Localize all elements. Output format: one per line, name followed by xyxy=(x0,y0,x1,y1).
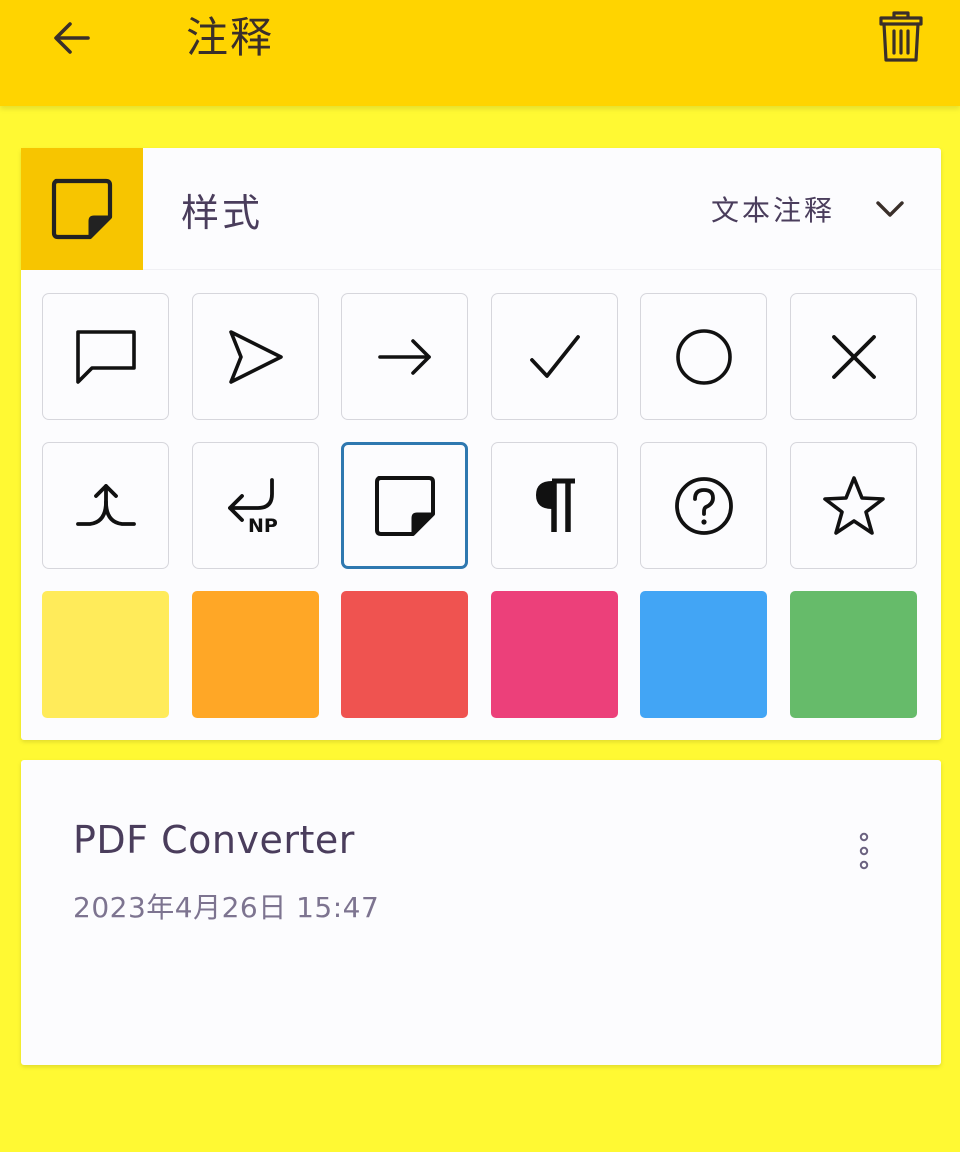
style-label: 样式 xyxy=(181,191,264,235)
selected-style-preview xyxy=(21,148,143,270)
more-options-button[interactable] xyxy=(849,826,879,876)
trash-icon xyxy=(879,11,923,62)
cross-icon xyxy=(831,334,876,379)
icon-option-paragraph-insert[interactable] xyxy=(192,293,319,420)
icon-option-check[interactable] xyxy=(491,293,618,420)
item-title: PDF Converter xyxy=(73,818,355,862)
style-panel: 样式 文本注释 NP xyxy=(21,148,941,740)
color-swatch-red[interactable] xyxy=(341,591,468,718)
back-button[interactable] xyxy=(44,10,100,66)
pilcrow-icon xyxy=(535,478,575,532)
item-timestamp: 2023年4月26日 15:47 xyxy=(73,891,380,924)
help-circle-icon xyxy=(674,476,733,535)
sticky-note-icon xyxy=(374,475,435,536)
icon-option-note[interactable] xyxy=(341,442,468,569)
new-paragraph-icon: NP xyxy=(227,477,278,536)
arrow-left-icon xyxy=(54,22,90,54)
paper-plane-icon xyxy=(228,329,283,384)
color-swatch-green[interactable] xyxy=(790,591,917,718)
page-title: 注释 xyxy=(186,13,275,62)
style-header: 样式 文本注释 xyxy=(21,148,941,270)
color-swatch-pink[interactable] xyxy=(491,591,618,718)
icon-option-cross[interactable] xyxy=(790,293,917,420)
new-paragraph-label: NP xyxy=(248,515,278,536)
speech-bubble-icon xyxy=(75,329,136,384)
color-swatch-blue[interactable] xyxy=(640,591,767,718)
app-bar: 注释 xyxy=(0,0,960,106)
color-swatch-yellow[interactable] xyxy=(42,591,169,718)
icon-option-help[interactable] xyxy=(640,442,767,569)
chevron-down-icon xyxy=(876,201,904,217)
sticky-note-icon xyxy=(51,178,113,240)
icon-option-star[interactable] xyxy=(790,442,917,569)
star-icon xyxy=(822,475,885,535)
checkmark-icon xyxy=(529,334,580,378)
annotation-item-card[interactable]: PDF Converter 2023年4月26日 15:47 xyxy=(21,760,941,1065)
delete-button[interactable] xyxy=(872,6,930,68)
annotation-type-select[interactable]: 文本注释 xyxy=(711,184,905,234)
annotation-type-value: 文本注释 xyxy=(710,194,835,227)
circle-icon xyxy=(675,328,732,385)
icon-option-new-paragraph[interactable]: NP xyxy=(192,442,319,569)
icon-option-comment[interactable] xyxy=(42,293,169,420)
icon-option-circle[interactable] xyxy=(640,293,767,420)
icon-option-insert[interactable] xyxy=(42,442,169,569)
more-vertical-icon xyxy=(859,832,869,870)
insert-caret-icon xyxy=(75,483,136,526)
icon-option-arrow[interactable] xyxy=(341,293,468,420)
color-swatch-orange[interactable] xyxy=(192,591,319,718)
icon-option-paragraph[interactable] xyxy=(491,442,618,569)
arrow-right-icon xyxy=(377,338,431,375)
